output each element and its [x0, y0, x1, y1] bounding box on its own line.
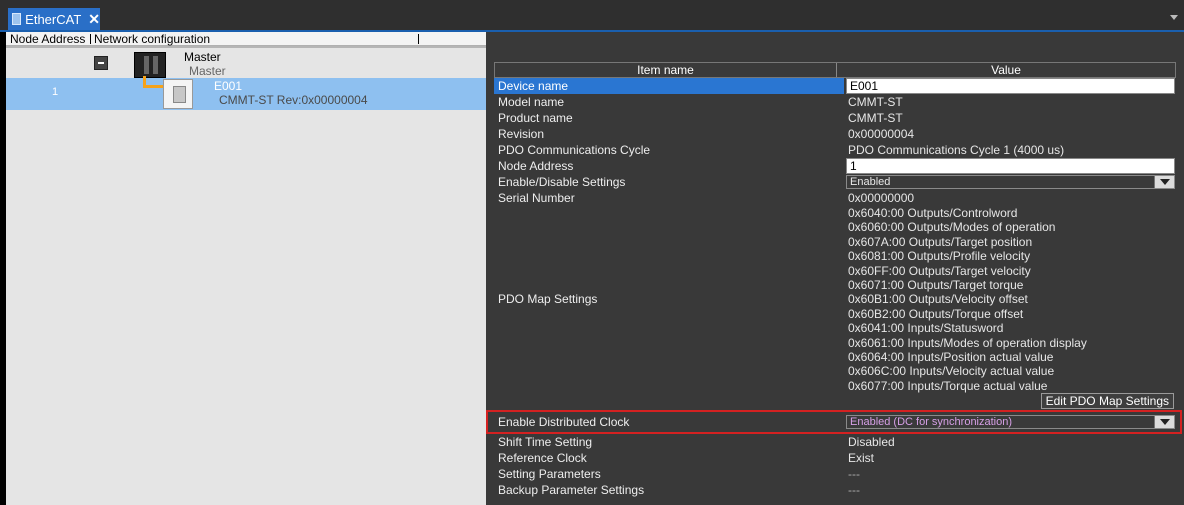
pdo-entry: 0x60B1:00 Outputs/Velocity offset: [848, 292, 1028, 307]
edit-pdo-map-settings-button[interactable]: Edit PDO Map Settings: [1040, 393, 1174, 409]
column-node-address[interactable]: Node Address: [10, 32, 85, 46]
property-value: ---: [848, 483, 860, 497]
property-value: CMMT-ST: [848, 111, 903, 125]
property-label: Reference Clock: [498, 451, 587, 465]
close-icon[interactable]: ✕: [88, 11, 100, 28]
select-value: Enabled (DC for synchronization): [850, 416, 1013, 428]
column-value[interactable]: Value: [837, 63, 1175, 77]
pdo-entry: 0x6061:00 Inputs/Modes of operation disp…: [848, 335, 1087, 350]
property-row-device-name[interactable]: Device name E001: [494, 78, 1176, 94]
editor-tab-strip: EtherCAT ✕: [0, 0, 1184, 32]
property-label: Enable/Disable Settings: [498, 175, 626, 189]
tree-node-master[interactable]: Master Master: [6, 48, 486, 78]
pdo-entry: 0x6064:00 Inputs/Position actual value: [848, 349, 1054, 364]
slave-model: CMMT-ST Rev:0x00000004: [219, 93, 368, 107]
pdo-entry: 0x607A:00 Outputs/Target position: [848, 234, 1033, 249]
pdo-entry: 0x6071:00 Outputs/Target torque: [848, 277, 1024, 292]
property-value: CMMT-ST: [848, 95, 903, 109]
tree-node-slave[interactable]: 1 E001 CMMT-ST Rev:0x00000004: [6, 76, 486, 110]
property-value: Exist: [848, 451, 875, 465]
pdo-entry: 0x6077:00 Inputs/Torque actual value: [848, 378, 1048, 393]
pdo-entry: 0x6040:00 Outputs/Controlword: [848, 206, 1018, 220]
property-label: Backup Parameter Settings: [498, 483, 645, 497]
column-divider[interactable]: [90, 34, 91, 44]
property-row-enable-disable[interactable]: Enable/Disable Settings Enabled: [494, 174, 1176, 190]
device-name-input[interactable]: E001: [846, 78, 1175, 94]
master-name: Master: [184, 50, 221, 64]
property-row-revision[interactable]: Revision 0x00000004: [494, 126, 1176, 142]
property-label: PDO Map Settings: [498, 292, 598, 306]
property-row-pdo-cycle[interactable]: PDO Communications Cycle PDO Communicati…: [494, 142, 1176, 158]
servo-drive-icon: [163, 79, 193, 109]
pdo-entry: 0x60FF:00 Outputs/Target velocity: [848, 263, 1031, 278]
property-grid: Item name Value Device name E001 Model n…: [486, 62, 1182, 498]
property-label: Device name: [494, 78, 844, 94]
property-row-shift-time[interactable]: Shift Time Setting Disabled: [494, 434, 1176, 450]
property-value: 0x00000000: [848, 191, 915, 205]
property-value: ---: [848, 467, 860, 481]
pdo-entry: 0x606C:00 Inputs/Velocity actual value: [848, 364, 1055, 379]
collapse-icon[interactable]: [94, 56, 108, 70]
property-label: Product name: [498, 111, 573, 125]
property-row-model-name[interactable]: Model name CMMT-ST: [494, 94, 1176, 110]
property-value: 0x00000004: [848, 127, 915, 141]
enable-disable-select[interactable]: Enabled: [846, 175, 1175, 189]
property-row-serial-number[interactable]: Serial Number 0x00000000: [494, 190, 1176, 206]
property-label: Serial Number: [498, 191, 575, 205]
chevron-down-icon[interactable]: [1154, 176, 1174, 188]
property-row-product-name[interactable]: Product name CMMT-ST: [494, 110, 1176, 126]
pdo-entry: 0x6041:00 Inputs/Statusword: [848, 321, 1004, 336]
tree-column-header: Node Address Network configuration: [6, 32, 486, 46]
tab-label: EtherCAT: [25, 11, 82, 27]
select-value: Enabled: [850, 176, 891, 188]
property-label: Node Address: [498, 159, 574, 173]
column-divider[interactable]: [418, 34, 419, 44]
property-label: Enable Distributed Clock: [498, 415, 630, 429]
distributed-clock-select[interactable]: Enabled (DC for synchronization): [846, 415, 1175, 429]
property-row-distributed-clock[interactable]: Enable Distributed Clock Enabled (DC for…: [486, 410, 1182, 434]
property-row-pdo-map[interactable]: PDO Map Settings 0x6040:00 Outputs/Contr…: [494, 206, 1176, 393]
property-label: Model name: [498, 95, 565, 109]
pdo-entry: 0x6060:00 Outputs/Modes of operation: [848, 220, 1056, 235]
tab-list-dropdown-icon[interactable]: [1170, 15, 1178, 20]
column-network-configuration[interactable]: Network configuration: [94, 32, 210, 46]
property-row-reference-clock[interactable]: Reference Clock Exist: [494, 450, 1176, 466]
column-item-name[interactable]: Item name: [495, 63, 837, 77]
pdo-entry: 0x60B2:00 Outputs/Torque offset: [848, 306, 1024, 321]
property-value: Disabled: [848, 435, 895, 449]
connection-line: [143, 76, 165, 88]
node-address-input[interactable]: 1: [846, 158, 1175, 174]
property-row-setting-parameters[interactable]: Setting Parameters ---: [494, 466, 1176, 482]
slave-node-address: 1: [52, 86, 59, 98]
master-model: Master: [189, 64, 226, 78]
slave-name: E001: [214, 79, 243, 93]
property-panel: Item name Value Device name E001 Model n…: [486, 32, 1184, 505]
pdo-entry: 0x6081:00 Outputs/Profile velocity: [848, 249, 1031, 264]
property-row-backup-parameters[interactable]: Backup Parameter Settings ---: [494, 482, 1176, 498]
property-row-node-address[interactable]: Node Address 1: [494, 158, 1176, 174]
pdo-map-list: 0x6040:00 Outputs/Controlword 0x6060:00 …: [844, 206, 1176, 393]
network-tree-panel: Node Address Network configuration Maste…: [6, 32, 486, 505]
controller-icon: [134, 52, 166, 78]
tab-ethercat[interactable]: EtherCAT ✕: [8, 8, 100, 30]
property-label: PDO Communications Cycle: [498, 143, 651, 157]
chevron-down-icon[interactable]: [1154, 416, 1174, 428]
property-grid-header: Item name Value: [494, 62, 1176, 78]
property-label: Revision: [498, 127, 545, 141]
ethercat-icon: [12, 13, 22, 25]
property-label: Setting Parameters: [498, 467, 601, 481]
property-label: Shift Time Setting: [498, 435, 593, 449]
property-value: PDO Communications Cycle 1 (4000 us): [848, 143, 1065, 157]
